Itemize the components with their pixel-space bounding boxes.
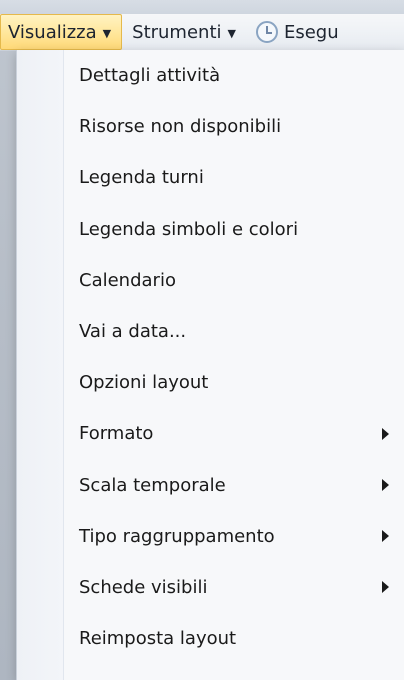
submenu-arrow-icon: [382, 479, 389, 492]
menu-item-label: Risorse non disponibili: [79, 116, 282, 138]
menu-item-label: Opzioni layout: [79, 372, 209, 394]
menu-item-legenda-turni[interactable]: Legenda turni: [17, 152, 404, 203]
menu-item-tipo-raggruppamento[interactable]: Tipo raggruppamento: [17, 511, 404, 562]
menu-esegui[interactable]: Esegu: [246, 15, 349, 49]
menu-item-formato[interactable]: Formato: [17, 408, 404, 459]
submenu-arrow-icon: [382, 530, 389, 543]
clock-icon: [255, 21, 278, 43]
menu-item-scala-temporale[interactable]: Scala temporale: [17, 460, 404, 511]
menu-item-label: Legenda turni: [79, 167, 204, 189]
menu-item-dettagli-attivita[interactable]: Dettagli attività: [17, 50, 404, 101]
menu-esegui-label: Esegu: [283, 21, 339, 43]
menu-item-label: Vai a data...: [79, 321, 187, 343]
menu-item-schede-visibili[interactable]: Schede visibili: [17, 562, 404, 613]
menu-item-label: Tipo raggruppamento: [79, 525, 275, 547]
menu-item-label: Calendario: [79, 269, 176, 291]
menu-items: Dettagli attività Risorse non disponibil…: [17, 50, 404, 664]
menu-visualizza[interactable]: Visualizza ▼: [0, 14, 123, 50]
menu-item-label: Formato: [79, 423, 154, 445]
window-top-strip: [0, 0, 404, 14]
menu-item-label: Legenda simboli e colori: [79, 218, 299, 240]
menu-item-vai-a-data[interactable]: Vai a data...: [17, 306, 404, 357]
menu-item-label: Scala temporale: [79, 474, 226, 496]
visualizza-dropdown-menu: Dettagli attività Risorse non disponibil…: [16, 50, 404, 680]
menu-bar: Visualizza ▼ Strumenti ▼ Esegu: [0, 14, 404, 51]
menu-item-label: Schede visibili: [79, 576, 208, 598]
submenu-arrow-icon: [382, 427, 389, 440]
chevron-down-icon: ▼: [102, 26, 112, 40]
menu-visualizza-label: Visualizza: [8, 21, 97, 43]
menu-strumenti[interactable]: Strumenti ▼: [122, 15, 246, 49]
menu-item-calendario[interactable]: Calendario: [17, 255, 404, 306]
menu-item-label: Dettagli attività: [79, 65, 221, 87]
menu-item-reimposta-layout[interactable]: Reimposta layout: [17, 613, 404, 664]
chevron-down-icon: ▼: [227, 26, 236, 40]
menu-strumenti-label: Strumenti: [132, 21, 222, 43]
submenu-arrow-icon: [382, 581, 389, 594]
menu-item-label: Reimposta layout: [79, 628, 237, 650]
menu-item-opzioni-layout[interactable]: Opzioni layout: [17, 357, 404, 408]
menu-item-risorse-non-disponibili[interactable]: Risorse non disponibili: [17, 101, 404, 152]
menu-item-legenda-simboli-e-colori[interactable]: Legenda simboli e colori: [17, 204, 404, 255]
